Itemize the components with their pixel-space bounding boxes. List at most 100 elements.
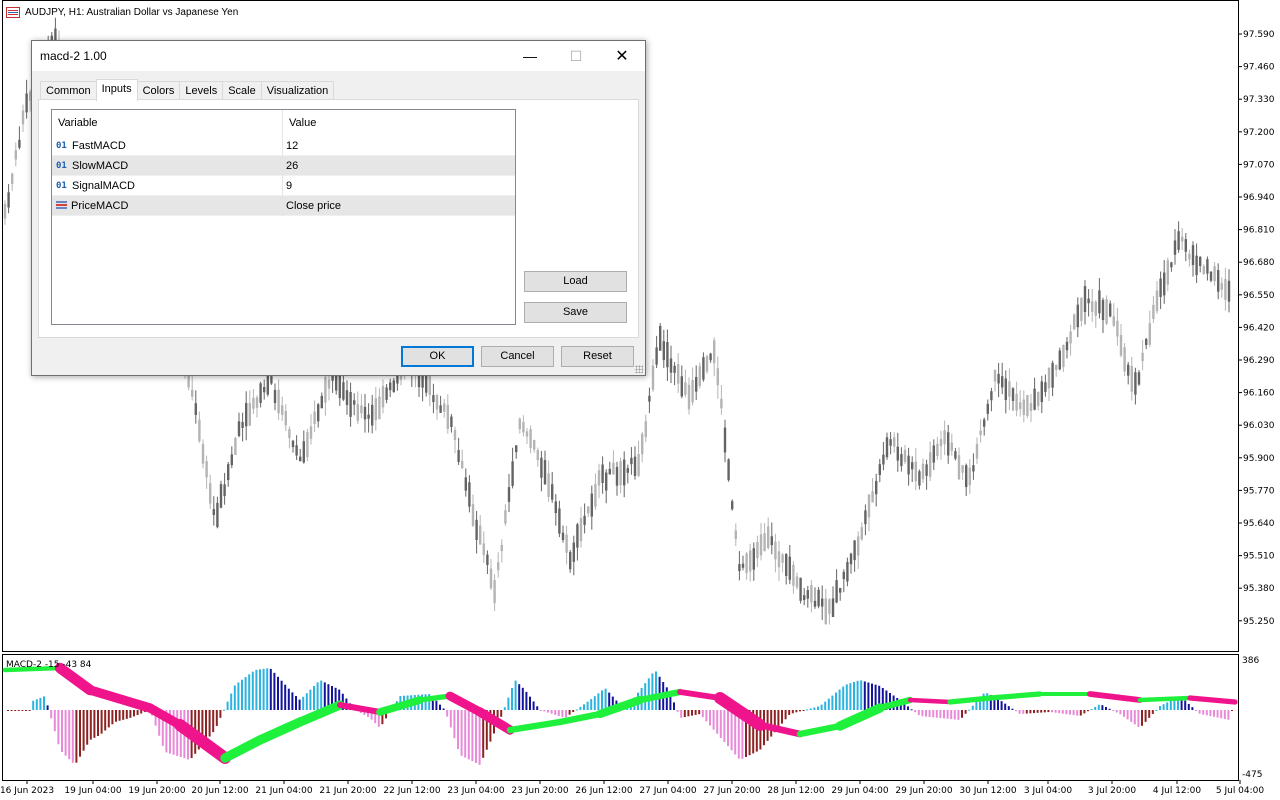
candle-body: [1022, 399, 1025, 415]
histogram-bar: [871, 683, 873, 710]
histogram-bar: [129, 710, 132, 718]
price-label: 97.070: [1243, 160, 1275, 170]
candle-body: [1166, 260, 1169, 285]
histogram-bar: [1137, 710, 1140, 727]
resize-grip-icon[interactable]: [635, 365, 643, 373]
candle-body: [327, 379, 331, 389]
candle-body: [500, 544, 503, 552]
histogram-bar: [683, 710, 686, 718]
candle-body: [367, 414, 370, 419]
minimize-icon[interactable]: —: [507, 41, 553, 71]
enum-type-icon: [56, 201, 67, 210]
cancel-button[interactable]: Cancel: [481, 346, 554, 367]
candle-body: [1058, 350, 1061, 370]
candle-body: [360, 405, 363, 414]
tab-common[interactable]: Common: [40, 81, 97, 101]
histogram-bar: [457, 710, 459, 749]
histogram-bar: [680, 710, 683, 718]
candle-body: [1116, 320, 1119, 337]
value-cell[interactable]: 9: [283, 180, 292, 192]
histogram-bar: [291, 692, 294, 710]
candle-body: [507, 487, 511, 502]
value-cell[interactable]: 26: [283, 160, 298, 172]
candle-body: [716, 368, 719, 386]
histogram-bar: [1187, 703, 1190, 710]
candle-body: [641, 433, 644, 455]
histogram-bar: [71, 710, 74, 763]
candle-body: [1155, 290, 1159, 312]
candle-body: [731, 501, 734, 510]
histogram-bar: [1148, 710, 1151, 718]
candle-body: [529, 429, 532, 448]
histogram-bar: [604, 688, 607, 710]
close-icon[interactable]: ✕: [599, 41, 645, 71]
table-row[interactable]: 01 FastMACD 12: [52, 135, 515, 156]
candle-body: [317, 404, 320, 422]
candle-body: [1141, 352, 1144, 362]
histogram-bar: [716, 710, 719, 734]
header-variable[interactable]: Variable: [52, 110, 283, 136]
inputs-panel: Variable Value 01 FastMACD 12 01 SlowMAC…: [38, 99, 639, 338]
histogram-bar: [320, 680, 323, 710]
candle-body: [1109, 303, 1112, 317]
value-cell[interactable]: 12: [283, 140, 298, 152]
histogram-bar: [961, 710, 963, 718]
candle-body: [1008, 381, 1011, 397]
histogram-bar: [532, 701, 535, 710]
table-row[interactable]: 01 SignalMACD 9: [52, 175, 515, 196]
candle-body: [590, 493, 593, 517]
load-button[interactable]: Load: [524, 271, 627, 292]
candle-body: [1209, 271, 1213, 281]
candle-body: [680, 376, 683, 397]
candle-body: [921, 463, 925, 480]
histogram-bar: [1011, 708, 1014, 710]
histogram-bar: [536, 706, 539, 710]
candle-body: [831, 598, 835, 618]
ok-button[interactable]: OK: [401, 346, 474, 367]
histogram-bar: [244, 677, 247, 710]
candle-body: [299, 456, 302, 462]
candle-body: [356, 404, 359, 421]
tab-visualization[interactable]: Visualization: [260, 81, 335, 101]
integer-type-icon: 01: [56, 140, 67, 151]
histogram-bar: [1112, 710, 1115, 711]
tab-scale[interactable]: Scale: [222, 81, 262, 101]
reset-button[interactable]: Reset: [561, 346, 634, 367]
histogram-bar: [856, 680, 859, 710]
tab-inputs[interactable]: Inputs: [95, 79, 138, 101]
time-label: 3 Jul 20:00: [1088, 786, 1137, 796]
histogram-bar: [241, 679, 243, 710]
candle-body: [1062, 344, 1065, 368]
table-row[interactable]: PriceMACD Close price: [52, 195, 515, 216]
tab-levels[interactable]: Levels: [179, 81, 224, 101]
save-button[interactable]: Save: [524, 302, 627, 323]
price-label: 96.160: [1243, 389, 1275, 399]
table-row[interactable]: 01 SlowMACD 26: [52, 155, 515, 176]
value-cell[interactable]: Close price: [283, 200, 341, 212]
histogram-bar: [817, 706, 819, 710]
candle-body: [205, 461, 208, 478]
tab-colors[interactable]: Colors: [136, 81, 181, 101]
histogram-bar: [237, 682, 240, 710]
indicator-properties-dialog: macd-2 1.00 — ☐ ✕ Common Inputs Colors L…: [31, 40, 646, 376]
histogram-bar: [550, 710, 553, 714]
candle-body: [932, 445, 935, 463]
header-value[interactable]: Value: [283, 110, 515, 136]
candle-body: [810, 585, 813, 603]
candle-body: [1181, 236, 1184, 242]
histogram-bar: [572, 710, 575, 713]
candle-body: [1127, 364, 1130, 376]
histogram-bar: [255, 669, 258, 710]
histogram-bar: [568, 710, 571, 715]
candle-body: [957, 455, 961, 480]
maximize-icon[interactable]: ☐: [553, 41, 599, 71]
candle-body: [950, 442, 953, 451]
candle-body: [1044, 382, 1047, 392]
candle-body: [457, 450, 460, 462]
candle-body: [594, 483, 597, 507]
candle-body: [475, 519, 478, 540]
candle-body: [468, 482, 471, 507]
histogram-bar: [97, 710, 99, 736]
histogram-bar: [86, 710, 89, 745]
dialog-titlebar[interactable]: macd-2 1.00 — ☐ ✕: [32, 41, 645, 71]
